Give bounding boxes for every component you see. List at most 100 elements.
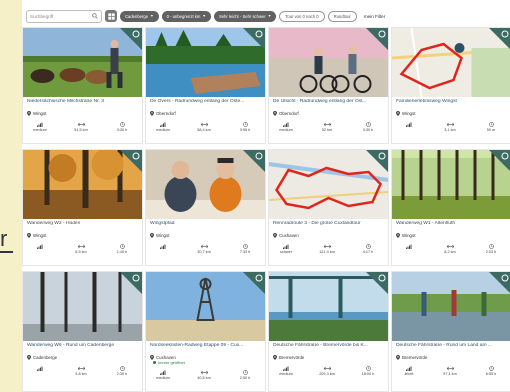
- tour-card[interactable]: Wanderweg W2 - Hüden Wingst 6,5 km 1:40 h: [22, 149, 143, 266]
- tour-title[interactable]: Niedersächsische Milchstraße Nr. 3: [27, 99, 140, 104]
- difficulty-value: medium: [279, 128, 293, 132]
- region-filter[interactable]: Cadenberge ▼: [120, 10, 159, 22]
- tour-card[interactable]: Deutsche Fährstraße - Rund um Land am ..…: [391, 271, 510, 392]
- difficulty-icon: [405, 244, 411, 249]
- distance-value: 9,8 km: [75, 372, 87, 376]
- difficulty-icon: [159, 122, 165, 127]
- tour-stats: medium 52 km 3:30 h: [273, 122, 381, 132]
- difficulty-icon: [159, 244, 165, 249]
- status-text: Immer geöffnet: [158, 360, 185, 365]
- status-dot: [153, 361, 156, 364]
- tour-type-badge: [243, 150, 265, 172]
- tour-location: Wingst: [150, 233, 169, 238]
- tour-location-label: Bremervörde: [279, 355, 305, 360]
- distance-stat: 97,1 km: [437, 366, 463, 376]
- tour-card[interactable]: Wingstpfad Wingst 30,7 km 7:33 h: [145, 149, 266, 266]
- duration-value: 3:30 h: [362, 128, 374, 132]
- tour-thumbnail[interactable]: [392, 28, 510, 97]
- tour-type-badge: [120, 272, 142, 294]
- duration-stat: 2:50 h: [232, 370, 258, 380]
- distance-filter[interactable]: 0 - unbegrenzt km ▼: [161, 10, 211, 22]
- tour-card[interactable]: Deutsche Fährstraße - Bremervörde bis K.…: [268, 271, 389, 392]
- tour-card[interactable]: Niedersächsische Milchstraße Nr. 3 Wingst…: [22, 27, 143, 144]
- distance-stat: 40,5 km: [191, 370, 217, 380]
- search-input[interactable]: Suchbegriff: [26, 9, 102, 23]
- tour-stats: medium 40,5 km 2:50 h: [150, 370, 258, 380]
- difficulty-icon: [405, 122, 411, 127]
- tour-type-badge-icon: [489, 150, 510, 171]
- tour-card[interactable]: Familienerlebnisweg Wingst Wingst 3,1 km 50…: [391, 27, 510, 144]
- tour-thumbnail[interactable]: [23, 272, 142, 341]
- grid-view-button[interactable]: [105, 10, 117, 22]
- tour-title[interactable]: Rennradroute 3 - Die große Cuxlandtour: [273, 221, 386, 226]
- tour-thumbnail[interactable]: [146, 272, 265, 341]
- tour-thumbnail[interactable]: [269, 150, 388, 219]
- tour-thumbnail[interactable]: [23, 28, 142, 97]
- difficulty-filter[interactable]: Sehr leicht - Sehr schwer ▼: [213, 10, 277, 22]
- difficulty-stat: [396, 122, 422, 132]
- tour-thumbnail[interactable]: [23, 150, 142, 219]
- tour-title[interactable]: De Utsicht - Radrundweg entlang der Ost.…: [273, 99, 386, 104]
- tour-thumbnail[interactable]: [269, 28, 388, 97]
- tour-title[interactable]: Wanderweg W1 - Altenfluth: [396, 221, 509, 226]
- tour-title[interactable]: Wingstpfad: [150, 221, 263, 226]
- tour-thumbnail[interactable]: [392, 150, 510, 219]
- tour-type-badge-icon: [120, 272, 142, 294]
- tour-location-label: Bremervörde: [402, 355, 428, 360]
- location-pin-icon: [27, 233, 31, 238]
- roundtour-filter[interactable]: Rundtour: [327, 10, 357, 22]
- duration-value: 2:30 h: [116, 372, 128, 376]
- duration-stat: 18:00 h: [355, 366, 381, 376]
- tour-title[interactable]: Familienerlebnisweg Wingst: [396, 99, 509, 104]
- distance-icon: [200, 370, 208, 375]
- tour-card[interactable]: De Utsicht - Radrundweg entlang der Ost.…: [268, 27, 389, 144]
- tour-title[interactable]: De Övers - Radrundweg entlang der Oste..…: [150, 99, 263, 104]
- tour-thumbnail[interactable]: [392, 272, 510, 341]
- distance-value: 97,1 km: [443, 372, 457, 376]
- tour-stats: 3,1 km 50 m: [396, 122, 504, 132]
- difficulty-value: schwer: [279, 250, 293, 254]
- tour-location: Wingst: [396, 111, 415, 116]
- distance-icon: [323, 244, 331, 249]
- distance-value: 51,5 km: [74, 128, 88, 132]
- distance-value: 121,4 km: [319, 250, 335, 254]
- tour-type-badge: [489, 150, 510, 172]
- tour-thumbnail[interactable]: [146, 150, 265, 219]
- duration-value: 3:55 h: [239, 128, 251, 132]
- tour-title[interactable]: Deutsche Fährstraße - Bremervörde bis K.…: [273, 343, 386, 348]
- tour-type-badge-icon: [243, 272, 265, 294]
- distance-icon: [446, 244, 454, 249]
- duration-filter[interactable]: Tour von 0 nach 0: [279, 10, 325, 22]
- tour-thumbnail[interactable]: [269, 272, 388, 341]
- tour-card[interactable]: De Övers - Radrundweg entlang der Oste..…: [145, 27, 266, 144]
- tour-type-badge-icon: [366, 150, 388, 172]
- difficulty-stat: medium: [27, 122, 53, 132]
- duration-value: 6:55 h: [485, 372, 497, 376]
- distance-icon: [77, 244, 85, 249]
- tour-title[interactable]: Nordseeküsten-Radweg Etappe 09 - Cux...: [150, 343, 263, 348]
- distance-stat: 209,3 km: [314, 366, 340, 376]
- tour-title[interactable]: Deutsche Fährstraße - Rund um Land am ..…: [396, 343, 509, 348]
- tour-location-label: Cadenberge: [33, 355, 58, 360]
- tour-card[interactable]: Wanderweg W6 - Rund um Cadenberge Cadenbe…: [22, 271, 143, 392]
- tour-title[interactable]: Wanderweg W6 - Rund um Cadenberge: [27, 343, 140, 348]
- tour-card[interactable]: Wanderweg W1 - Altenfluth Wingst 8,2 km 2:0…: [391, 149, 510, 266]
- tour-title[interactable]: Wanderweg W2 - Hüden: [27, 221, 140, 226]
- tour-location: Wingst: [27, 233, 46, 238]
- duration-clock-icon: [119, 244, 125, 249]
- tour-card[interactable]: Nordseeküsten-Radweg Etappe 09 - Cux... C…: [145, 271, 266, 392]
- difficulty-value: leicht: [404, 372, 414, 376]
- search-placeholder: Suchbegriff: [30, 13, 54, 19]
- tour-thumbnail[interactable]: [146, 28, 265, 97]
- duration-stat: 1:40 h: [109, 244, 135, 254]
- tour-location-label: Wingst: [156, 233, 170, 238]
- distance-icon: [323, 366, 331, 371]
- tour-card[interactable]: Rennradroute 3 - Die große Cuxlandtour Cu…: [268, 149, 389, 266]
- distance-value: 6,5 km: [75, 250, 87, 254]
- tour-location-label: Wingst: [33, 233, 47, 238]
- my-filter-link[interactable]: mein Filter: [364, 14, 385, 19]
- duration-clock-icon: [242, 370, 248, 375]
- distance-value: 8,2 km: [444, 250, 456, 254]
- tour-stats: 30,7 km 7:33 h: [150, 244, 258, 254]
- distance-stat: 51,5 km: [68, 122, 94, 132]
